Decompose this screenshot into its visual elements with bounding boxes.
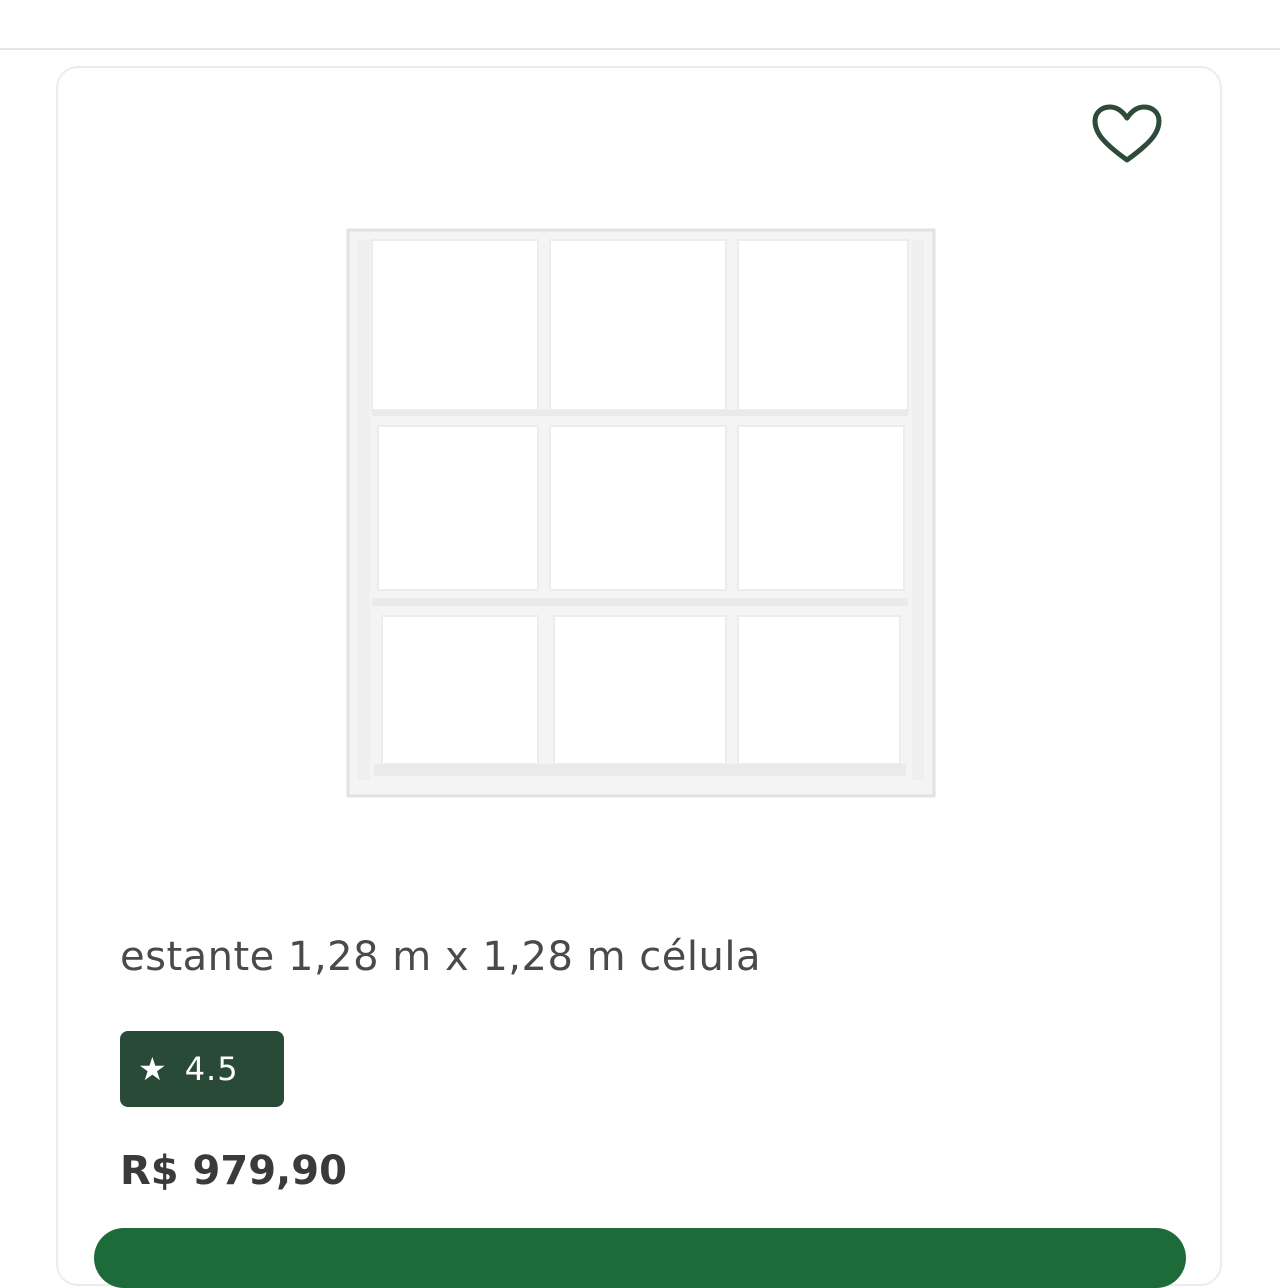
star-icon: ★ [138, 1050, 167, 1088]
favorite-button[interactable] [1090, 102, 1164, 168]
add-to-cart-button[interactable] [94, 1228, 1186, 1288]
rating-value: 4.5 [184, 1050, 239, 1088]
heart-outline-icon [1092, 104, 1162, 163]
bookshelf-illustration [346, 228, 936, 798]
product-title[interactable]: estante 1,28 m x 1,28 m célula [120, 934, 761, 980]
rating-badge: ★ 4.5 [120, 1031, 284, 1107]
header-divider [0, 48, 1280, 50]
product-price: R$ 979,90 [120, 1148, 347, 1194]
product-image[interactable] [344, 226, 940, 802]
